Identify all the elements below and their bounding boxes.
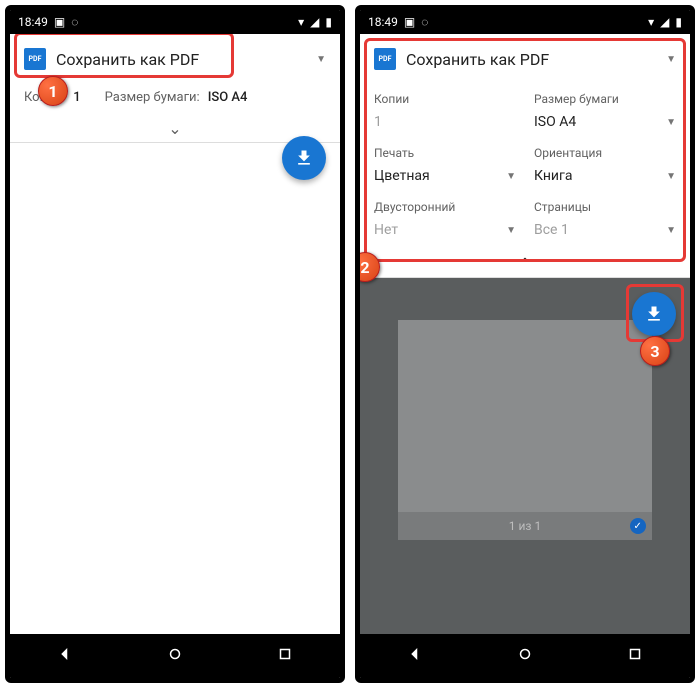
android-navbar [360, 634, 690, 678]
expand-settings-button[interactable]: ⌄ [10, 115, 340, 143]
signal-icon: ◢ [310, 15, 319, 29]
setting-color[interactable]: Печать Цветная ▼ [374, 146, 516, 184]
destination-label: Сохранить как PDF [406, 50, 656, 69]
statusbar-time: 18:49 [18, 15, 48, 29]
summary-copies-value: 1 [73, 90, 80, 105]
print-settings-panel: Копии 1 Размер бумаги ISO A4 ▼ Печать Цв… [360, 84, 690, 250]
annotation-marker-3: 3 [640, 336, 670, 366]
setting-orientation[interactable]: Ориентация Книга ▼ [534, 146, 676, 184]
chevron-down-icon: ▼ [316, 54, 326, 65]
statusbar-time: 18:49 [368, 15, 398, 29]
setting-duplex[interactable]: Двусторонний Нет ▼ [374, 200, 516, 238]
page-selected-check-icon[interactable]: ✓ [630, 518, 646, 534]
destination-label: Сохранить как PDF [56, 50, 306, 69]
signal-icon: ◢ [660, 15, 669, 29]
pdf-icon: PDF [24, 48, 46, 70]
wifi-icon: ▾ [298, 15, 304, 29]
save-pdf-fab[interactable] [632, 292, 676, 336]
statusbar-whatsapp-icon: ◌ [421, 15, 428, 29]
chevron-down-icon: ▼ [666, 171, 676, 182]
back-button[interactable] [56, 645, 74, 667]
chevron-down-icon: ▼ [506, 225, 516, 236]
status-bar: 18:49 ▣ ◌ ▾ ◢ ▮ [10, 10, 340, 34]
chevron-down-icon: ▼ [666, 225, 676, 236]
android-navbar [10, 634, 340, 678]
setting-copies[interactable]: Копии 1 [374, 92, 516, 130]
setting-pages[interactable]: Страницы Все 1 ▼ [534, 200, 676, 238]
collapse-settings-button[interactable]: ⌃ [360, 250, 690, 278]
content-area-right: PDF Сохранить как PDF ▼ Копии 1 Размер б… [360, 34, 690, 634]
battery-icon: ▮ [675, 15, 682, 29]
back-button[interactable] [406, 645, 424, 667]
phone-screenshot-right: 18:49 ▣ ◌ ▾ ◢ ▮ PDF Сохранить как PDF ▼ … [355, 5, 695, 683]
chevron-down-icon: ▼ [506, 171, 516, 182]
recents-button[interactable] [626, 645, 644, 667]
preview-page-1[interactable]: 1 из 1 ✓ [398, 320, 651, 540]
chevron-down-icon: ▼ [666, 54, 676, 65]
chevron-down-icon: ⌄ [168, 119, 181, 138]
save-pdf-fab[interactable] [282, 136, 326, 180]
summary-paper-value: ISO A4 [208, 90, 248, 105]
chevron-down-icon: ▼ [666, 117, 676, 128]
home-button[interactable] [166, 645, 184, 667]
home-button[interactable] [516, 645, 534, 667]
chevron-up-icon: ⌃ [519, 256, 531, 272]
setting-paper-size[interactable]: Размер бумаги ISO A4 ▼ [534, 92, 676, 130]
pdf-icon: PDF [374, 48, 396, 70]
wifi-icon: ▾ [648, 15, 654, 29]
annotation-marker-1: 1 [38, 76, 68, 106]
content-area-left: PDF Сохранить как PDF ▼ Копии: 1 Размер … [10, 34, 340, 634]
statusbar-app-icon: ▣ [54, 15, 65, 29]
phone-screenshot-left: 18:49 ▣ ◌ ▾ ◢ ▮ PDF Сохранить как PDF ▼ … [5, 5, 345, 683]
destination-selector[interactable]: PDF Сохранить как PDF ▼ [360, 34, 690, 84]
status-bar: 18:49 ▣ ◌ ▾ ◢ ▮ [360, 10, 690, 34]
page-counter: 1 из 1 [509, 519, 541, 533]
statusbar-app-icon: ▣ [404, 15, 415, 29]
statusbar-whatsapp-icon: ◌ [71, 15, 78, 29]
battery-icon: ▮ [325, 15, 332, 29]
summary-paper-label: Размер бумаги: [105, 90, 200, 105]
recents-button[interactable] [276, 645, 294, 667]
